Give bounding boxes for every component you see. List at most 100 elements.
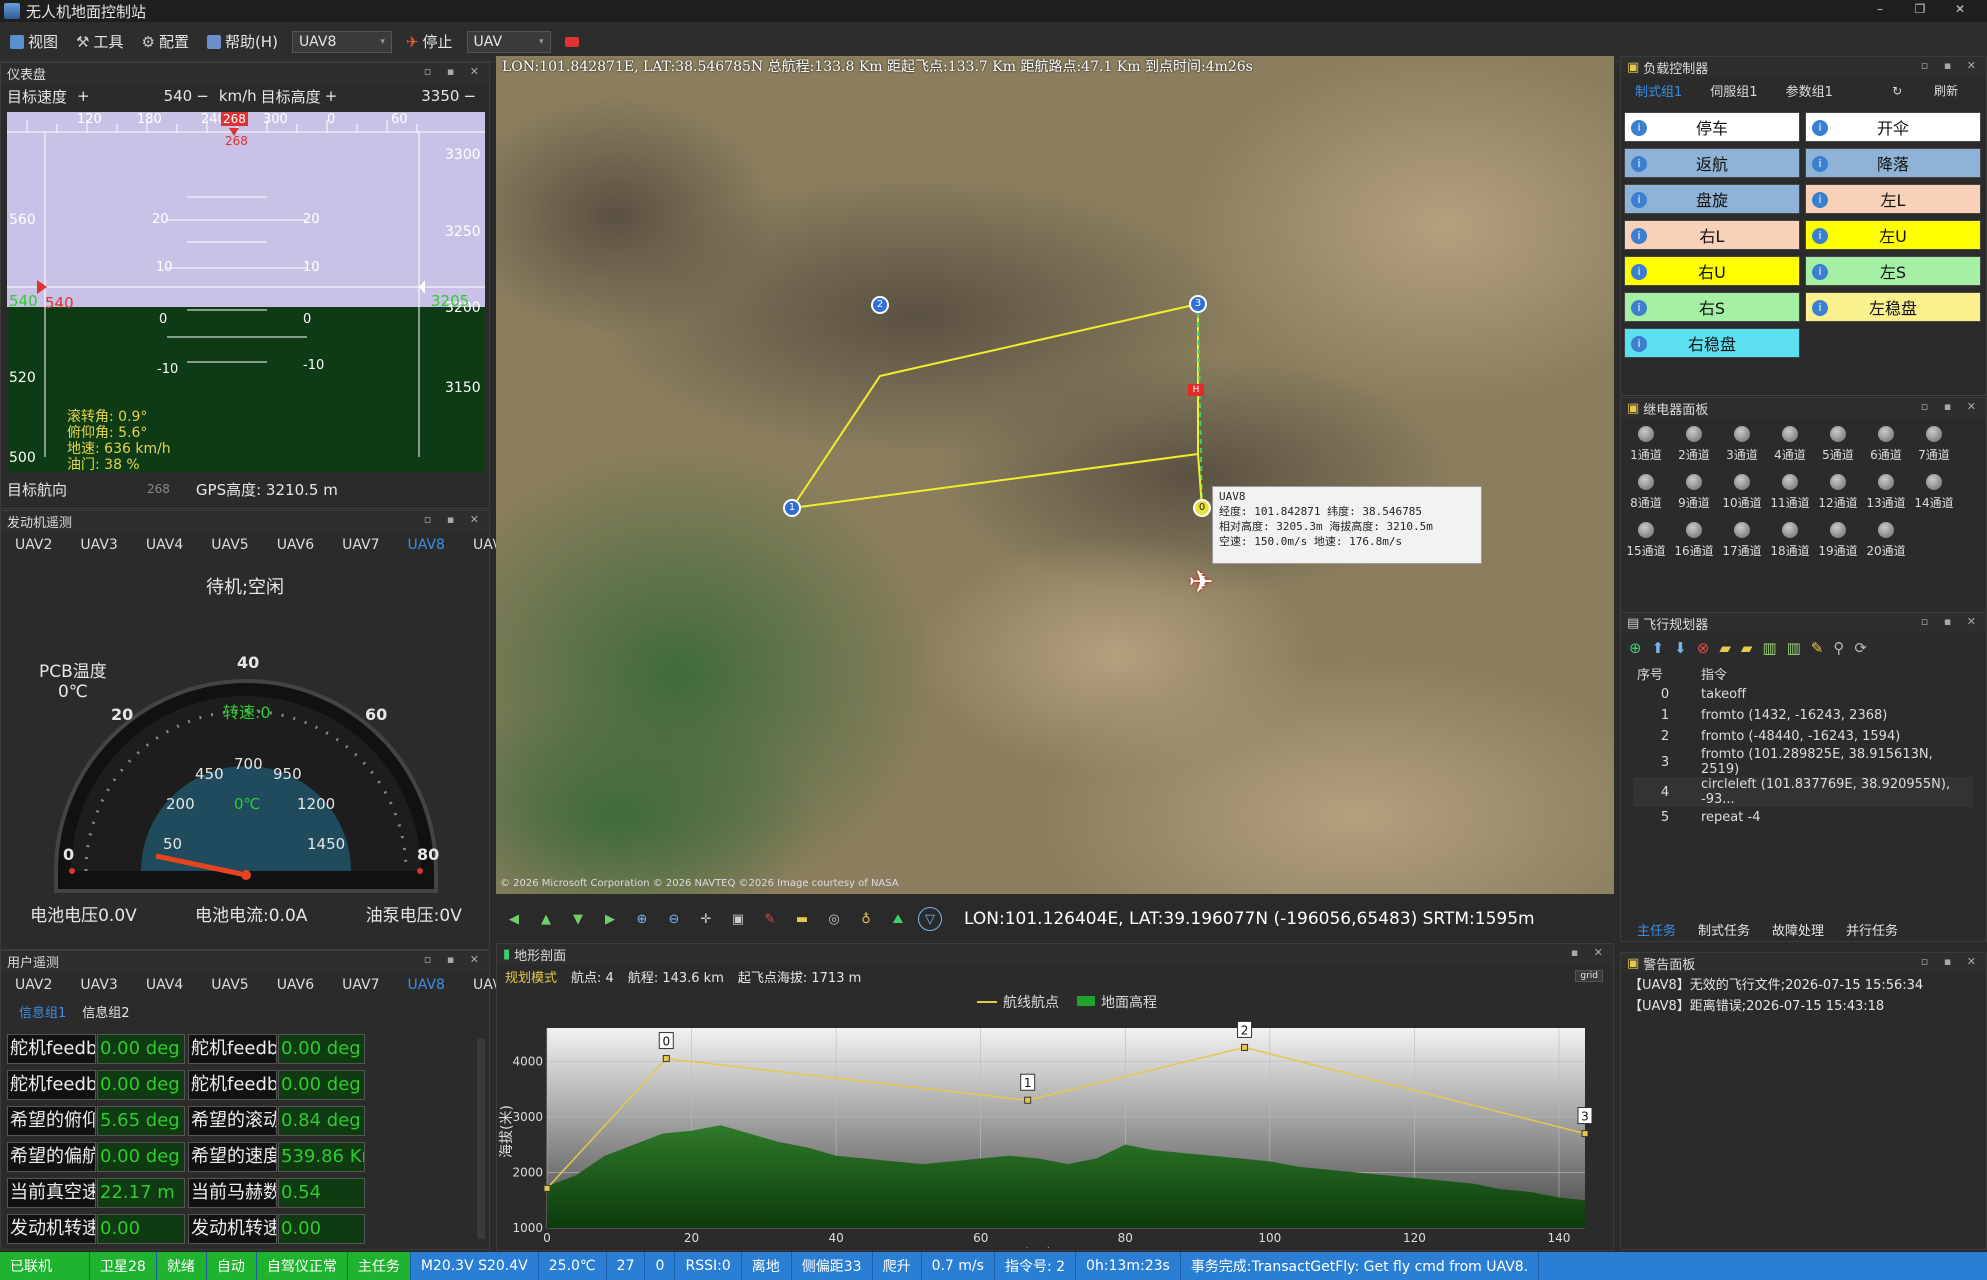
tab-uav6[interactable]: UAV6	[263, 977, 328, 993]
tab-uav2[interactable]: UAV2	[1, 537, 66, 553]
scrollbar[interactable]	[477, 1039, 485, 1239]
uav-aircraft-icon[interactable]: ✈	[1181, 566, 1221, 600]
tab-uav5[interactable]: UAV5	[197, 537, 262, 553]
relay-channel[interactable]: 18通道	[1768, 522, 1812, 559]
tab-uav6[interactable]: UAV6	[263, 537, 328, 553]
grid-toggle-button[interactable]: grid	[1575, 970, 1603, 982]
panel-controls[interactable]: ▪ ✕	[1571, 946, 1609, 959]
payload-button[interactable]: i 左S	[1805, 256, 1981, 286]
relay-channel[interactable]: 11通道	[1768, 474, 1812, 511]
plan-row[interactable]: 0 takeoff	[1633, 684, 1973, 705]
relay-channel[interactable]: 14通道	[1912, 474, 1956, 511]
arrow-down-icon[interactable]: ▼	[566, 907, 590, 931]
relay-channel[interactable]: 7通道	[1912, 426, 1956, 463]
payload-button[interactable]: i 左L	[1805, 184, 1981, 214]
relay-channel[interactable]: 2通道	[1672, 426, 1716, 463]
pen-icon[interactable]: ✎	[758, 907, 782, 931]
minimize-button[interactable]: –	[1870, 2, 1890, 20]
sync-icon[interactable]: ⟳	[1854, 639, 1867, 657]
tab-uav3[interactable]: UAV3	[66, 537, 131, 553]
record-button[interactable]	[561, 35, 583, 49]
panel-controls[interactable]: ▫ ▪ ✕	[1921, 615, 1982, 628]
relay-channel[interactable]: 12通道	[1816, 474, 1860, 511]
panel-controls[interactable]: ▫ ▪ ✕	[424, 953, 485, 966]
satellite-map[interactable]: 1 2 3 0 H ✈ UAV8 经度: 101.842871 纬度: 38.5…	[496, 56, 1614, 894]
relay-channel[interactable]: 15通道	[1624, 522, 1668, 559]
panel-controls[interactable]: ▫ ▪ ✕	[1921, 400, 1982, 413]
tab-uav7[interactable]: UAV7	[328, 977, 393, 993]
zoom-in-icon[interactable]: ⊕	[630, 907, 654, 931]
upload-icon[interactable]: ▥	[1762, 639, 1776, 657]
tab-parallel-task[interactable]: 并行任务	[1846, 920, 1898, 939]
relay-channel[interactable]: 13通道	[1864, 474, 1908, 511]
edit-icon[interactable]: ✎	[1811, 639, 1824, 657]
menu-tools[interactable]: ⚒ 工具	[72, 29, 127, 54]
relay-channel[interactable]: 3通道	[1720, 426, 1764, 463]
subtab-info1[interactable]: 信息组1	[11, 1002, 74, 1021]
route-point[interactable]	[1581, 1130, 1589, 1138]
payload-button[interactable]: i 右稳盘	[1624, 328, 1800, 358]
menu-help[interactable]: 帮助(H)	[203, 29, 282, 54]
panel-controls[interactable]: ▫ ▪ ✕	[424, 513, 485, 526]
stop-button[interactable]: ✈ 停止	[402, 29, 457, 54]
route-point[interactable]	[1241, 1043, 1249, 1051]
target-heading-value[interactable]: 268	[147, 482, 170, 496]
tab-param-group[interactable]: 参数组1	[1772, 81, 1847, 100]
panel-controls[interactable]: ▫ ▪ ✕	[1921, 59, 1982, 72]
route-point[interactable]	[662, 1055, 670, 1063]
tab-uav5[interactable]: UAV5	[197, 977, 262, 993]
relay-channel[interactable]: 4通道	[1768, 426, 1812, 463]
close-button[interactable]: ✕	[1950, 2, 1970, 20]
panel-controls[interactable]: ▫ ▪ ✕	[1921, 955, 1982, 968]
layers-icon[interactable]: ◎	[822, 907, 846, 931]
tab-servo-group[interactable]: 伺服组1	[1696, 81, 1771, 100]
open-folder-icon[interactable]: ▰	[1719, 639, 1731, 657]
plan-row[interactable]: 3 fromto (101.289825E, 38.915613N, 2519)	[1633, 747, 1973, 777]
payload-button[interactable]: i 降落	[1805, 148, 1981, 178]
relay-channel[interactable]: 10通道	[1720, 474, 1764, 511]
arrow-right-icon[interactable]: ▶	[598, 907, 622, 931]
plan-row[interactable]: 5 repeat -4	[1633, 807, 1973, 828]
route-point[interactable]	[1024, 1096, 1032, 1104]
home-marker[interactable]: H	[1188, 384, 1204, 396]
center-icon[interactable]: ✛	[694, 907, 718, 931]
tab-uav8[interactable]: UAV8	[394, 537, 459, 553]
menu-view[interactable]: 视图	[6, 29, 62, 54]
terrain-icon[interactable]: ⛰	[886, 907, 910, 931]
payload-button[interactable]: i 右U	[1624, 256, 1800, 286]
target-speed-value[interactable]: 540	[164, 87, 193, 105]
plan-row[interactable]: 4 circleleft (101.837769E, 38.920955N), -…	[1633, 777, 1973, 807]
refresh-button[interactable]: ↻ 刷新	[1864, 82, 1986, 99]
tab-uav2[interactable]: UAV2	[1, 977, 66, 993]
minus-icon[interactable]: −	[463, 87, 476, 105]
uav-type-select[interactable]: UAV ▾	[466, 30, 551, 53]
search-icon[interactable]: ⚲	[1833, 639, 1844, 657]
plus-icon[interactable]: +	[325, 87, 338, 105]
payload-button[interactable]: i 停车	[1624, 112, 1800, 142]
waypoint-marker[interactable]: 0	[1193, 499, 1211, 517]
waypoint-marker[interactable]: 1	[783, 499, 801, 517]
payload-button[interactable]: i 开伞	[1805, 112, 1981, 142]
tab-system-group[interactable]: 制式组1	[1621, 81, 1696, 100]
bulb-icon[interactable]: ♁	[854, 907, 878, 931]
add-icon[interactable]: ⊕	[1629, 639, 1642, 657]
relay-channel[interactable]: 6通道	[1864, 426, 1908, 463]
relay-channel[interactable]: 16通道	[1672, 522, 1716, 559]
save-folder-icon[interactable]: ▰	[1741, 639, 1753, 657]
arrow-left-icon[interactable]: ◀	[502, 907, 526, 931]
subtab-info2[interactable]: 信息组2	[74, 1002, 137, 1021]
tab-fault-handling[interactable]: 故障处理	[1772, 920, 1824, 939]
relay-channel[interactable]: 19通道	[1816, 522, 1860, 559]
relay-channel[interactable]: 5通道	[1816, 426, 1860, 463]
tab-uav7[interactable]: UAV7	[328, 537, 393, 553]
waypoint-marker[interactable]: 2	[871, 296, 889, 314]
download-icon[interactable]: ▥	[1787, 639, 1801, 657]
arrow-up-icon[interactable]: ▲	[534, 907, 558, 931]
relay-channel[interactable]: 17通道	[1720, 522, 1764, 559]
plan-row[interactable]: 2 fromto (-48440, -16243, 1594)	[1633, 726, 1973, 747]
route-point[interactable]	[543, 1184, 551, 1192]
target-alt-value[interactable]: 3350	[421, 87, 459, 105]
relay-channel[interactable]: 8通道	[1624, 474, 1668, 511]
panel-controls[interactable]: ▫ ▪ ✕	[424, 65, 485, 78]
payload-button[interactable]: i 盘旋	[1624, 184, 1800, 214]
